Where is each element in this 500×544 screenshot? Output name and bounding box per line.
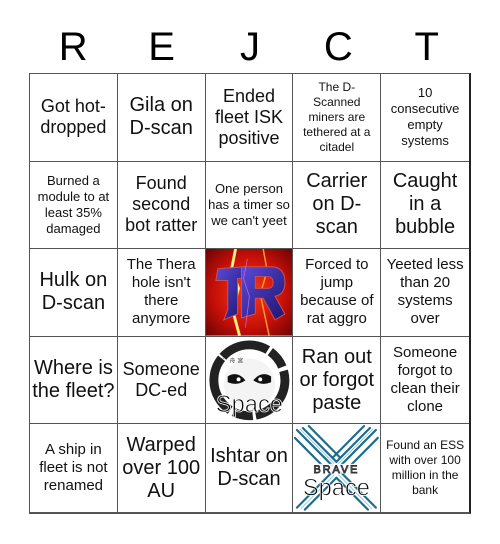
bingo-cell[interactable]: Ended fleet ISK positive	[205, 74, 294, 162]
cell-text: 10 consecutive empty systems	[390, 85, 460, 149]
header-letter: R	[58, 25, 88, 69]
bingo-cell[interactable]: Ran out or forgot paste	[293, 336, 382, 425]
bingo-cell[interactable]: The D-Scanned miners are tethered at a c…	[293, 74, 382, 162]
bingo-cell[interactable]: Got hot-dropped	[30, 74, 118, 162]
space-caption: Space	[215, 392, 282, 418]
cell-text: Hulk on D-scan	[39, 269, 108, 315]
bingo-cell[interactable]: One person has a timer so we can't yeet	[205, 161, 294, 250]
cell-text: Gila on D-scan	[129, 94, 193, 140]
bingo-cell[interactable]: Forced to jump because of rat aggro	[293, 249, 382, 337]
cell-text: Yeeted less than 20 systems over	[386, 256, 464, 328]
bingo-grid: Got hot-dropped Gila on D-scan Ended fle…	[29, 73, 471, 514]
bingo-cell[interactable]: 10 consecutive empty systems	[381, 74, 469, 162]
cell-text: The D-Scanned miners are tethered at a c…	[303, 79, 371, 154]
header-letter: E	[148, 25, 175, 69]
bingo-cell-image[interactable]: BRAVE Space	[293, 424, 382, 512]
bingo-cell[interactable]: Warped over 100 AU	[118, 424, 206, 512]
bingo-cell[interactable]: The Thera hole isn't there anymore	[117, 249, 206, 337]
bingo-cell[interactable]: Caught in a bubble	[381, 162, 469, 250]
cell-text: Burned a module to at least 35% damaged	[37, 172, 110, 236]
cell-text: Ishtar on D-scan	[210, 445, 288, 491]
cell-text: Got hot-dropped	[40, 96, 107, 138]
cell-text: Carrier on D-scan	[306, 170, 368, 239]
cell-text: Where is the fleet?	[32, 357, 115, 403]
brave-space-logo-icon: BRAVE Space	[293, 424, 381, 512]
header-letter: J	[239, 25, 260, 69]
cell-text: Someone forgot to clean their clone	[390, 344, 460, 416]
bingo-cell[interactable]: A ship in fleet is not renamed	[30, 424, 118, 512]
cell-text: Found second bot ratter	[125, 173, 198, 236]
cell-text: Caught in a bubble	[392, 170, 458, 239]
header-letter: C	[323, 25, 353, 69]
bingo-cell[interactable]: Found an ESS with over 100 million in th…	[381, 424, 469, 512]
bingo-cell[interactable]: Gila on D-scan	[117, 74, 206, 162]
bingo-cell[interactable]: Hulk on D-scan	[30, 249, 118, 337]
cell-text: Warped over 100 AU	[122, 433, 201, 502]
bingo-cell[interactable]: Yeeted less than 20 systems over	[381, 249, 469, 337]
cell-text: Ran out or forgot paste	[299, 345, 375, 414]
space-caption: Space	[303, 475, 370, 502]
bingo-cell-free[interactable]	[205, 249, 294, 337]
space-panda-logo-icon: 氵 舟 宮 Space	[205, 336, 293, 424]
cell-text: One person has a timer so we can't yeet	[208, 180, 290, 228]
bingo-cell[interactable]: Ishtar on D-scan	[206, 424, 294, 512]
svg-text:氵 舟 宮: 氵 舟 宮	[221, 356, 243, 364]
cell-text: A ship in fleet is not renamed	[39, 441, 108, 495]
bingo-cell[interactable]: Someone DC-ed	[117, 336, 206, 425]
bingo-cell[interactable]: Carrier on D-scan	[293, 161, 382, 250]
lr-logo-icon	[205, 249, 293, 336]
bingo-cell[interactable]: Burned a module to at least 35% damaged	[30, 161, 118, 250]
cell-text: The Thera hole isn't there anymore	[126, 256, 196, 328]
bingo-cell-image[interactable]: 氵 舟 宮 Space	[205, 336, 294, 425]
cell-text: Someone DC-ed	[122, 359, 200, 401]
cell-text: Found an ESS with over 100 million in th…	[386, 438, 465, 498]
cell-text: Ended fleet ISK positive	[214, 85, 284, 148]
bingo-cell[interactable]: Found second bot ratter	[117, 161, 206, 250]
bingo-cell[interactable]: Someone forgot to clean their clone	[381, 337, 469, 425]
cell-text: Forced to jump because of rat aggro	[300, 256, 374, 328]
bingo-header: R E J C T	[29, 22, 471, 72]
header-letter: T	[414, 25, 439, 69]
bingo-cell[interactable]: Where is the fleet?	[30, 336, 118, 425]
